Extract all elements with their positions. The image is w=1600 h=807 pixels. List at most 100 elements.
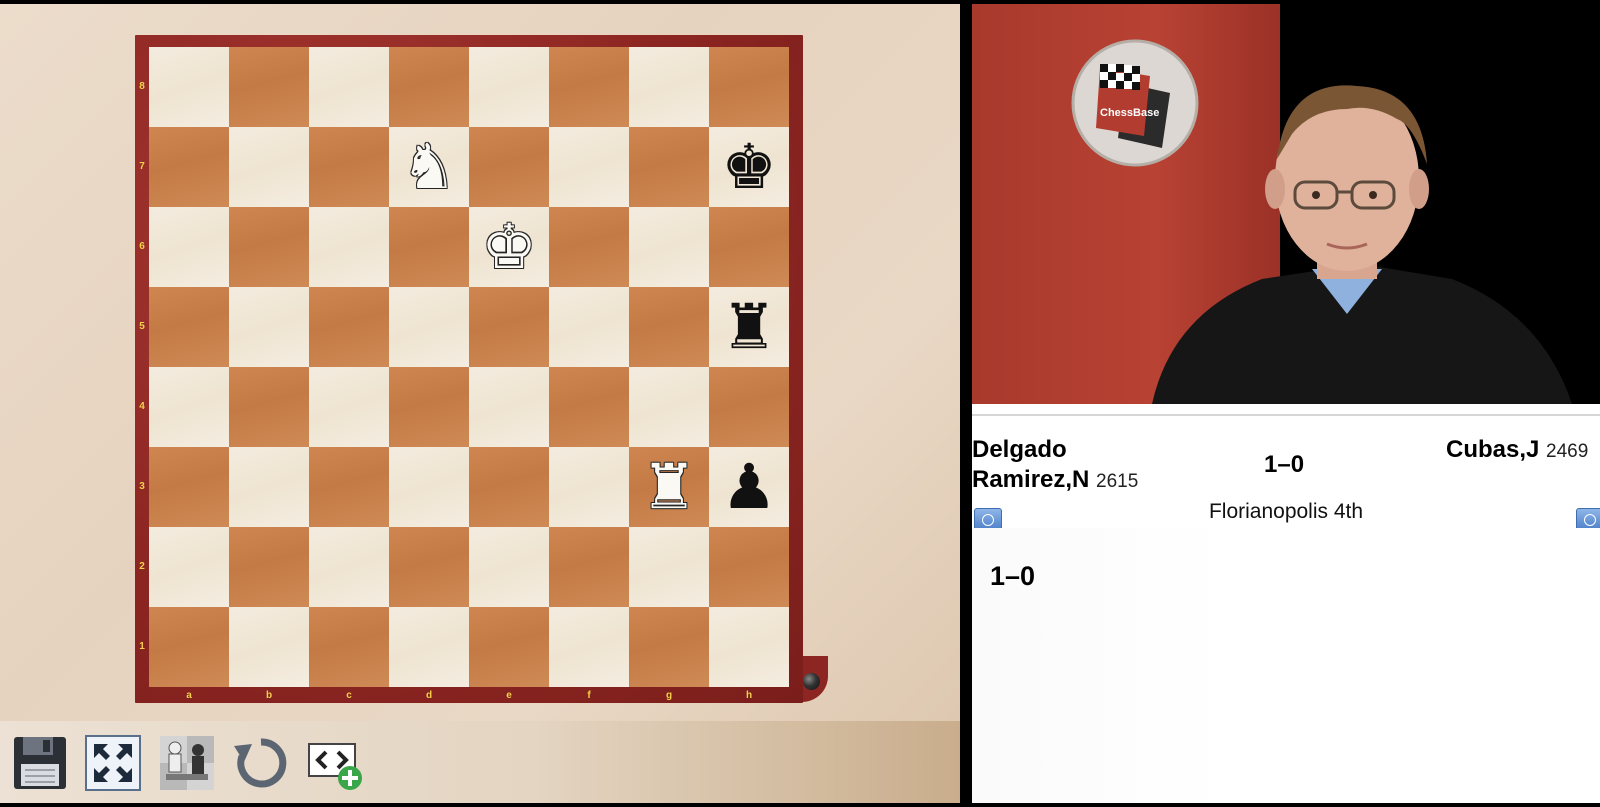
square-d2[interactable]: [389, 527, 469, 607]
rank-label-8: 8: [139, 81, 145, 92]
square-e5[interactable]: [469, 287, 549, 367]
white-rook-icon[interactable]: ♜: [641, 456, 697, 518]
square-b5[interactable]: [229, 287, 309, 367]
square-f5[interactable]: [549, 287, 629, 367]
square-g4[interactable]: [629, 367, 709, 447]
game-header: Delgado Ramirez,N 2615 1–0 Cubas,J 2469 …: [972, 414, 1600, 531]
rotate-button[interactable]: [231, 733, 291, 793]
square-c1[interactable]: [309, 607, 389, 687]
notation-panel[interactable]: 1–0: [972, 528, 1600, 803]
square-b8[interactable]: [229, 47, 309, 127]
info-pane: ChessBase Delgado Ramirez,N 2615 1–0 Cub…: [972, 4, 1600, 803]
square-b2[interactable]: [229, 527, 309, 607]
event-name: Florianopolis 4th: [1208, 500, 1364, 523]
square-a8[interactable]: [149, 47, 229, 127]
square-e1[interactable]: [469, 607, 549, 687]
file-label-h: h: [745, 690, 753, 701]
file-label-e: e: [506, 690, 512, 701]
embed-add-button[interactable]: [305, 733, 365, 793]
square-b1[interactable]: [229, 607, 309, 687]
square-a2[interactable]: [149, 527, 229, 607]
square-d5[interactable]: [389, 287, 469, 367]
square-b3[interactable]: [229, 447, 309, 527]
white-knight-icon[interactable]: ♞: [401, 136, 457, 198]
square-f3[interactable]: [549, 447, 629, 527]
square-c3[interactable]: [309, 447, 389, 527]
square-g7[interactable]: [629, 127, 709, 207]
square-d8[interactable]: [389, 47, 469, 127]
file-label-d: d: [425, 690, 433, 701]
square-h2[interactable]: [709, 527, 789, 607]
square-f4[interactable]: [549, 367, 629, 447]
square-d6[interactable]: [389, 207, 469, 287]
square-h3[interactable]: ♟: [709, 447, 789, 527]
square-e4[interactable]: [469, 367, 549, 447]
square-g8[interactable]: [629, 47, 709, 127]
square-c2[interactable]: [309, 527, 389, 607]
square-f2[interactable]: [549, 527, 629, 607]
chessboard[interactable]: ♞ ♚ ♚ ♜ ♜ ♟: [149, 47, 789, 687]
rotate-icon: [234, 738, 287, 788]
square-d1[interactable]: [389, 607, 469, 687]
board-pane: ♞ ♚ ♚ ♜ ♜ ♟ 8 7 6 5 4 3 2 1 a b c d e f g h: [0, 4, 960, 803]
square-b6[interactable]: [229, 207, 309, 287]
square-c4[interactable]: [309, 367, 389, 447]
square-b4[interactable]: [229, 367, 309, 447]
square-d7[interactable]: ♞: [389, 127, 469, 207]
file-label-c: c: [346, 690, 352, 701]
square-b7[interactable]: [229, 127, 309, 207]
save-button[interactable]: [10, 733, 70, 793]
square-f8[interactable]: [549, 47, 629, 127]
square-a3[interactable]: [149, 447, 229, 527]
square-a7[interactable]: [149, 127, 229, 207]
square-a1[interactable]: [149, 607, 229, 687]
square-c6[interactable]: [309, 207, 389, 287]
square-h8[interactable]: [709, 47, 789, 127]
white-player-name-line2: Ramirez,N: [972, 466, 1090, 493]
square-g2[interactable]: [629, 527, 709, 607]
square-h7[interactable]: ♚: [709, 127, 789, 207]
square-a4[interactable]: [149, 367, 229, 447]
square-g3[interactable]: ♜: [629, 447, 709, 527]
game-result: 1–0: [1264, 451, 1305, 478]
file-label-a: a: [186, 690, 192, 701]
square-d3[interactable]: [389, 447, 469, 527]
presenter-image: [1152, 85, 1572, 404]
square-c5[interactable]: [309, 287, 389, 367]
square-c7[interactable]: [309, 127, 389, 207]
square-g5[interactable]: [629, 287, 709, 367]
square-e3[interactable]: [469, 447, 549, 527]
square-e8[interactable]: [469, 47, 549, 127]
square-e7[interactable]: [469, 127, 549, 207]
fullscreen-button[interactable]: [83, 733, 143, 793]
black-king-icon[interactable]: ♚: [721, 136, 777, 198]
video-player[interactable]: ChessBase: [972, 4, 1600, 404]
square-d4[interactable]: [389, 367, 469, 447]
pane-divider[interactable]: [960, 4, 972, 803]
rank-label-1: 1: [139, 641, 145, 652]
square-h1[interactable]: [709, 607, 789, 687]
rank-label-4: 4: [139, 401, 145, 412]
black-pawn-icon[interactable]: ♟: [721, 456, 777, 518]
square-f1[interactable]: [549, 607, 629, 687]
square-a6[interactable]: [149, 207, 229, 287]
square-h4[interactable]: [709, 367, 789, 447]
white-player: Ramirez,N 2615: [972, 466, 1138, 494]
square-g1[interactable]: [629, 607, 709, 687]
toolbar: [0, 721, 960, 803]
white-king-icon[interactable]: ♚: [481, 216, 537, 278]
black-player: Cubas,J 2469: [1446, 436, 1588, 464]
square-e6[interactable]: ♚: [469, 207, 549, 287]
white-player-elo: 2615: [1096, 471, 1139, 492]
square-h5[interactable]: ♜: [709, 287, 789, 367]
square-g6[interactable]: [629, 207, 709, 287]
square-a5[interactable]: [149, 287, 229, 367]
square-f6[interactable]: [549, 207, 629, 287]
black-rook-icon[interactable]: ♜: [721, 296, 777, 358]
square-e2[interactable]: [469, 527, 549, 607]
flip-board-button[interactable]: [157, 733, 217, 793]
black-player-name: Cubas,J: [1446, 436, 1540, 463]
square-f7[interactable]: [549, 127, 629, 207]
square-c8[interactable]: [309, 47, 389, 127]
square-h6[interactable]: [709, 207, 789, 287]
